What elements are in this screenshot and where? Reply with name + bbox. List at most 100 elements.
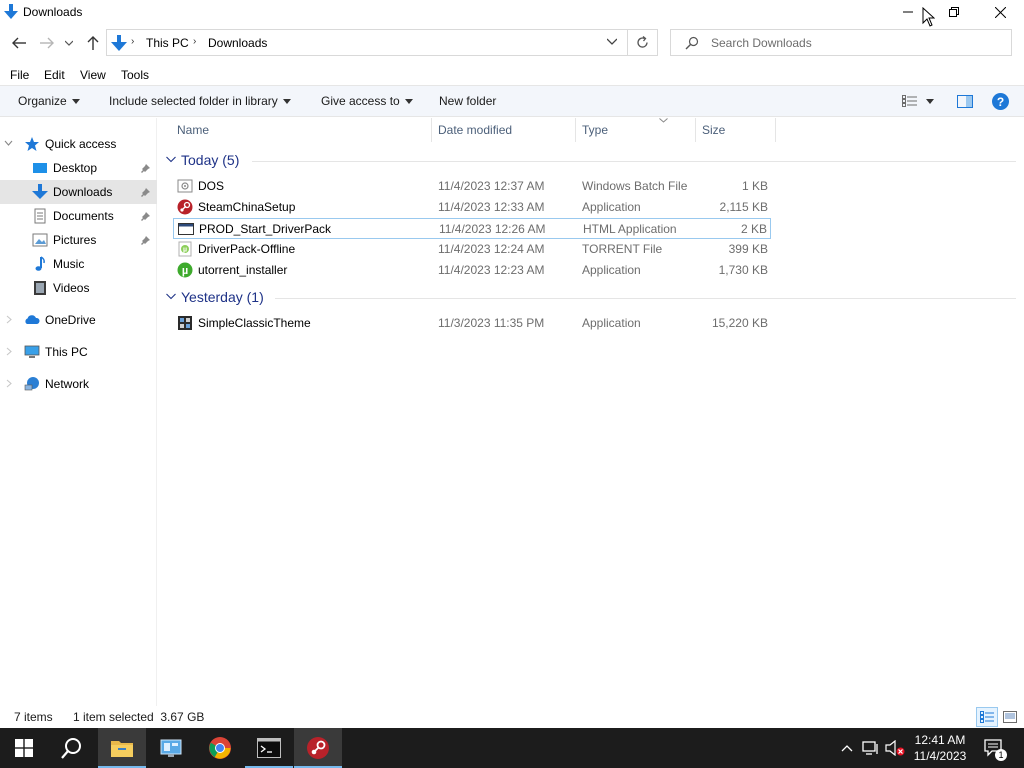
chevron-right-icon[interactable] bbox=[4, 379, 13, 388]
nav-onedrive[interactable]: OneDrive bbox=[0, 308, 157, 332]
svg-text:?: ? bbox=[997, 95, 1004, 109]
chevron-down-icon[interactable] bbox=[4, 139, 13, 147]
nav-videos[interactable]: Videos bbox=[0, 276, 157, 300]
menu-view[interactable]: View bbox=[80, 68, 106, 82]
include-in-library-label: Include selected folder in library bbox=[109, 94, 278, 108]
file-row[interactable]: DOS 11/4/2023 12:37 AM Windows Batch Fil… bbox=[173, 176, 771, 197]
refresh-button[interactable] bbox=[628, 29, 658, 56]
file-explorer-icon bbox=[111, 741, 133, 757]
file-row[interactable]: SimpleClassicTheme 11/3/2023 11:35 PM Ap… bbox=[173, 313, 771, 334]
close-button[interactable] bbox=[977, 0, 1023, 24]
help-button[interactable]: ? bbox=[992, 93, 1009, 110]
svg-text:µ: µ bbox=[182, 265, 188, 277]
new-folder-button[interactable]: New folder bbox=[439, 94, 496, 108]
taskbar-file-explorer[interactable] bbox=[98, 728, 146, 768]
chrome-icon bbox=[209, 737, 231, 759]
nav-this-pc[interactable]: This PC bbox=[0, 340, 157, 364]
file-type: TORRENT File bbox=[582, 242, 663, 256]
start-button[interactable] bbox=[0, 728, 48, 768]
column-divider[interactable] bbox=[695, 118, 696, 142]
chevron-up-icon bbox=[841, 745, 853, 752]
file-size: 15,220 KB bbox=[711, 316, 768, 330]
network-tray-button[interactable] bbox=[860, 728, 882, 768]
column-name[interactable]: Name bbox=[177, 123, 209, 137]
file-row[interactable]: SteamChinaSetup 11/4/2023 12:33 AM Appli… bbox=[173, 197, 771, 218]
status-bar: 7 items 1 item selected 3.67 GB bbox=[0, 706, 1024, 728]
menu-file[interactable]: File bbox=[10, 68, 29, 82]
change-view-button[interactable] bbox=[902, 95, 934, 107]
column-divider[interactable] bbox=[775, 118, 776, 142]
details-view-icon bbox=[980, 711, 994, 723]
restore-button[interactable] bbox=[931, 0, 977, 24]
menu-bar: File Edit View Tools bbox=[0, 65, 1024, 85]
show-hidden-icons-button[interactable] bbox=[838, 728, 856, 768]
pin-icon[interactable] bbox=[141, 186, 152, 198]
preview-pane-button[interactable] bbox=[957, 95, 973, 108]
nav-pictures-label: Pictures bbox=[53, 233, 97, 247]
back-button[interactable] bbox=[10, 34, 28, 52]
nav-pictures[interactable]: Pictures bbox=[0, 228, 157, 252]
breadcrumb-this-pc[interactable]: This PC bbox=[146, 36, 189, 50]
large-icons-view-button[interactable] bbox=[999, 707, 1021, 727]
give-access-button[interactable]: Give access to bbox=[321, 94, 413, 108]
file-date: 11/4/2023 12:23 AM bbox=[438, 263, 545, 277]
file-row[interactable]: µ utorrent_installer 11/4/2023 12:23 AM … bbox=[173, 260, 771, 281]
taskbar-steam[interactable] bbox=[294, 728, 342, 768]
organize-button[interactable]: Organize bbox=[18, 94, 80, 108]
search-input[interactable] bbox=[711, 34, 1001, 52]
forward-button[interactable] bbox=[38, 34, 56, 52]
group-header-yesterday[interactable]: Yesterday (1) bbox=[160, 287, 1020, 309]
pin-icon[interactable] bbox=[141, 234, 152, 246]
chevron-right-icon[interactable] bbox=[4, 347, 13, 356]
file-row[interactable]: PROD_Start_DriverPack 11/4/2023 12:26 AM… bbox=[173, 218, 771, 239]
title-bar: Downloads bbox=[0, 0, 1024, 27]
column-divider[interactable] bbox=[431, 118, 432, 142]
music-icon bbox=[35, 256, 45, 271]
chevron-down-icon bbox=[65, 40, 73, 46]
file-size: 1,730 KB bbox=[718, 263, 768, 277]
file-type: Application bbox=[582, 263, 641, 277]
details-view-button[interactable] bbox=[976, 707, 998, 727]
file-name: SteamChinaSetup bbox=[198, 200, 296, 214]
nav-desktop[interactable]: Desktop bbox=[0, 156, 157, 180]
details-view-icon bbox=[902, 95, 917, 107]
action-center-button[interactable]: 1 bbox=[980, 728, 1008, 768]
taskbar-chrome[interactable] bbox=[196, 728, 244, 768]
nav-documents[interactable]: Documents bbox=[0, 204, 157, 228]
column-size[interactable]: Size bbox=[702, 123, 725, 137]
chevron-right-icon[interactable] bbox=[4, 315, 13, 324]
volume-tray-button[interactable] bbox=[884, 728, 906, 768]
pin-icon[interactable] bbox=[141, 162, 152, 174]
column-type[interactable]: Type bbox=[582, 123, 608, 137]
breadcrumb-downloads[interactable]: Downloads bbox=[208, 36, 267, 50]
column-date-modified[interactable]: Date modified bbox=[438, 123, 512, 137]
chevron-down-icon[interactable] bbox=[607, 38, 617, 45]
column-divider[interactable] bbox=[575, 118, 576, 142]
menu-tools[interactable]: Tools bbox=[121, 68, 149, 82]
breadcrumb-separator: › bbox=[193, 36, 197, 47]
group-header-today[interactable]: Today (5) bbox=[160, 150, 1020, 172]
taskbar: 12:41 AM 11/4/2023 1 bbox=[0, 728, 1024, 768]
taskbar-control-panel[interactable] bbox=[147, 728, 195, 768]
search-box[interactable] bbox=[670, 29, 1012, 56]
nav-network[interactable]: Network bbox=[0, 372, 157, 396]
file-date: 11/4/2023 12:37 AM bbox=[438, 179, 545, 193]
recent-locations-button[interactable] bbox=[63, 34, 75, 52]
system-clock[interactable]: 12:41 AM 11/4/2023 bbox=[908, 732, 972, 764]
file-row[interactable]: µ DriverPack-Offline 11/4/2023 12:24 AM … bbox=[173, 239, 771, 260]
desktop-icon bbox=[33, 163, 47, 173]
breadcrumb-separator: › bbox=[131, 36, 135, 47]
up-button[interactable] bbox=[84, 34, 102, 52]
column-headers: Name Date modified Type Size bbox=[160, 118, 1020, 142]
pin-icon[interactable] bbox=[141, 210, 152, 222]
address-bar[interactable]: › This PC › Downloads bbox=[106, 29, 628, 56]
file-type: HTML Application bbox=[583, 222, 677, 236]
nav-music[interactable]: Music bbox=[0, 252, 157, 276]
nav-quick-access[interactable]: Quick access bbox=[0, 132, 157, 156]
search-taskbar-button[interactable] bbox=[48, 728, 96, 768]
menu-edit[interactable]: Edit bbox=[44, 68, 65, 82]
taskbar-command-prompt[interactable] bbox=[245, 728, 293, 768]
nav-downloads[interactable]: Downloads bbox=[0, 180, 157, 204]
include-in-library-button[interactable]: Include selected folder in library bbox=[109, 94, 291, 108]
large-icons-view-icon bbox=[1003, 711, 1017, 723]
